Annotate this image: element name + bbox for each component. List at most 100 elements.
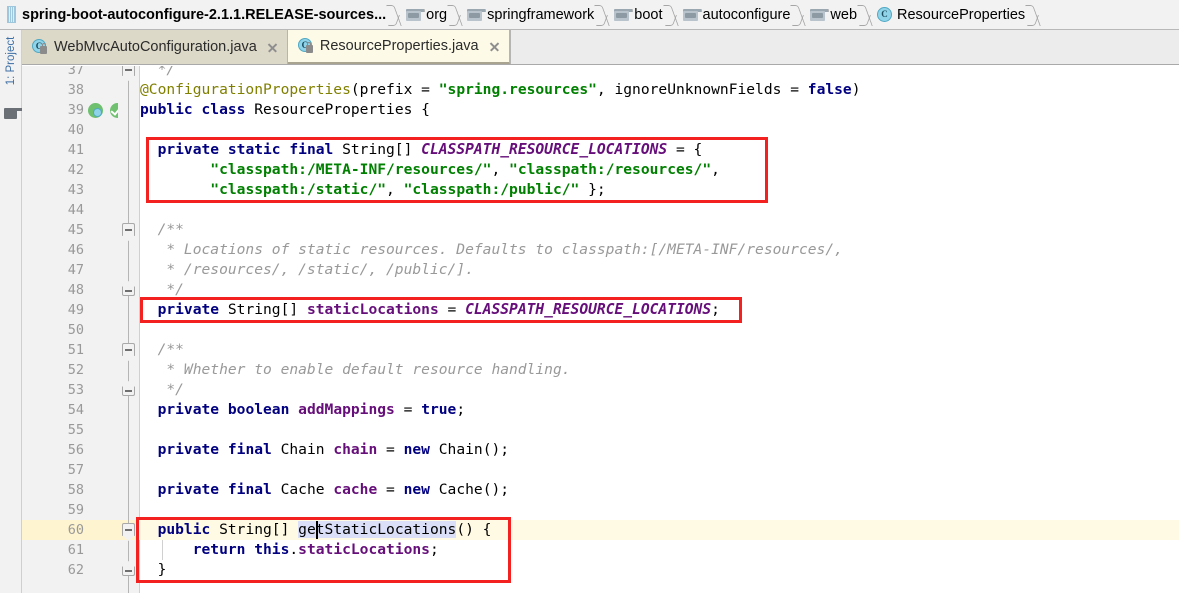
breadcrumb: spring-boot-autoconfigure-2.1.1.RELEASE-… [0,0,1179,30]
code-token: , [711,161,720,178]
line-number: 41 [67,142,84,158]
line-number: 45 [67,222,84,238]
folder-icon[interactable] [4,108,23,119]
code-token: }; [579,181,606,198]
code-token: = { [667,141,703,158]
line-number: 57 [67,462,84,478]
breadcrumb-label: ResourceProperties [897,6,1026,23]
line-number: 43 [67,182,84,198]
code-token: "classpath:/static/" [210,181,387,198]
code-token: public class [140,101,255,118]
code-token: String[] [227,301,307,318]
breadcrumb-item-resourceproperties[interactable]: C ResourceProperties [871,0,1025,30]
breadcrumb-item-autoconfigure[interactable]: autoconfigure [677,0,791,30]
code-token: /** [140,341,184,358]
fold-collapse-icon[interactable] [122,523,135,536]
code-token: "spring.resources" [438,81,597,98]
class-icon: C [297,38,314,54]
breadcrumb-separator-icon [386,0,400,30]
folder-icon [467,8,487,21]
code-token: private final [157,481,281,498]
fold-collapse-icon[interactable] [122,223,135,236]
code-token: () { [456,521,492,538]
code-token: new [403,481,439,498]
code-text-area[interactable]: */ @ConfigurationProperties(prefix = "spr… [140,66,1179,593]
text-caret [316,521,318,539]
breadcrumb-item-web[interactable]: web [804,0,857,30]
code-line: */ [140,66,176,80]
code-token: return this [192,541,290,558]
code-token: } [140,561,167,578]
code-line: */ [140,280,184,300]
line-number: 40 [67,122,84,138]
indent-guide [162,540,163,560]
breadcrumb-item-boot[interactable]: boot [608,0,663,30]
breadcrumb-item-module[interactable]: spring-boot-autoconfigure-2.1.1.RELEASE-… [22,0,386,30]
code-token: CLASSPATH_RESOURCE_LOCATIONS [465,301,712,318]
code-line: private final Cache cache = new Cache(); [140,480,509,500]
code-token: ; [456,401,466,418]
line-number: 53 [67,382,84,398]
fold-region-end-icon[interactable] [122,287,135,296]
fold-collapse-icon[interactable] [122,66,135,76]
breadcrumb-label: web [830,6,858,23]
code-token: */ [140,381,184,398]
breadcrumb-separator-icon [594,0,608,30]
code-line: public class ResourceProperties { [140,100,430,120]
line-number: 50 [67,322,84,338]
tab-resourceproperties[interactable]: C ResourceProperties.java [287,30,510,64]
fold-region-end-icon[interactable] [122,567,135,576]
editor-gutter[interactable]: 37 38 39 40 41 42 43 44 45 46 47 48 49 50 51 52 53 54 55 56… [22,66,125,593]
code-line: private boolean addMappings = true; [140,400,466,420]
code-token: , [386,181,404,198]
code-token: Cache [280,481,334,498]
line-number: 54 [67,402,84,418]
code-line: */ [140,380,184,400]
spring-bean-icon[interactable] [88,103,103,118]
code-token: "classpath:/META-INF/resources/" [210,161,492,178]
ide-window: spring-boot-autoconfigure-2.1.1.RELEASE-… [0,0,1179,593]
code-token: private static final [157,141,343,158]
sidebar-item-project[interactable]: 1: Project [5,30,21,92]
close-icon[interactable] [488,40,501,53]
code-line: * Whether to enable default resource han… [140,360,570,380]
folder-icon [406,8,426,21]
code-token: private [157,301,228,318]
fold-collapse-icon[interactable] [122,343,135,356]
tool-window-stripe-left: 1: Project [0,30,23,593]
code-token: */ [140,281,184,298]
code-token: ) [851,81,861,98]
module-icon [7,6,16,23]
breadcrumb-label: org [426,6,448,23]
code-token: , ignoreUnknownFields = [596,81,808,98]
tab-webmvcautoconfiguration[interactable]: C WebMvcAutoConfiguration.java [22,30,288,64]
line-number: 51 [67,342,84,358]
code-token: CLASSPATH_RESOURCE_LOCATIONS [421,141,668,158]
line-number: 38 [67,82,84,98]
code-token: * /resources/, /static/, /public/]. [140,261,474,278]
breadcrumb-separator-icon [447,0,461,30]
line-number: 37 [67,66,84,78]
breadcrumb-item-springframework[interactable]: springframework [461,0,594,30]
code-token: "classpath:/public/" [403,181,580,198]
code-line: private static final String[] CLASSPATH_… [140,140,703,160]
fold-region-end-icon[interactable] [122,387,135,396]
line-number: 62 [67,562,84,578]
code-token: /** [140,221,184,238]
code-token: false [807,81,852,98]
code-token: = [377,481,404,498]
close-icon[interactable] [266,41,279,54]
breadcrumb-label: autoconfigure [702,6,791,23]
line-number: 48 [67,282,84,298]
code-editor[interactable]: 37 38 39 40 41 42 43 44 45 46 47 48 49 50 51 52 53 54 55 56… [22,66,1179,593]
folder-icon [810,8,830,21]
breadcrumb-item-org[interactable]: org [400,0,447,30]
code-folding-column[interactable] [118,66,140,593]
code-token: */ [140,66,176,78]
